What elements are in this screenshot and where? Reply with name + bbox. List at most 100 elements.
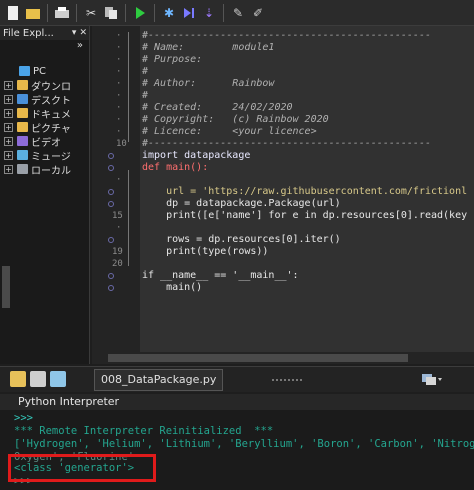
breakpoint-marker[interactable] — [108, 189, 114, 195]
cut-icon[interactable]: ✂ — [82, 4, 100, 22]
run-icon[interactable] — [131, 4, 149, 22]
tree-item-downloads[interactable]: + ダウンロ — [2, 78, 71, 93]
code-line: url = 'https://raw.githubusercontent.com… — [142, 186, 468, 197]
interpreter-line: >>> — [14, 412, 33, 424]
panel-controls: ▾ ✕ — [72, 28, 89, 38]
line-gutter: · · · · · · · · · 10 · 15 · 19 20 — [92, 26, 140, 364]
tree-item-music[interactable]: + ミュージ — [2, 148, 71, 163]
gutter-dot: · — [116, 43, 122, 53]
breakpoint-marker[interactable] — [108, 237, 114, 243]
code-line: import datapackage — [142, 150, 251, 161]
structure-icon[interactable] — [30, 371, 46, 387]
toolbar-separator — [125, 3, 126, 22]
code-line: # Copyright: (c) Rainbow 2020 — [142, 114, 329, 125]
folder-icon — [17, 94, 28, 104]
tree-item-label: ダウンロ — [31, 81, 71, 93]
debug-icon[interactable]: ✱ — [160, 4, 178, 22]
code-line: def main(): — [142, 162, 209, 173]
scrollbar-thumb[interactable] — [108, 354, 408, 362]
bottom-panel-icons — [10, 371, 66, 387]
comment-icon[interactable]: ✎ — [229, 4, 247, 22]
tree-item-label: ピクチャ — [31, 123, 71, 135]
code-line: # — [142, 66, 149, 77]
window-list-icon[interactable] — [420, 371, 444, 387]
drive-icon — [17, 164, 28, 174]
folder-icon — [17, 80, 28, 90]
code-line: # Author: Rainbow — [142, 78, 275, 89]
breakpoint-marker[interactable] — [108, 153, 114, 159]
gutter-dot: · — [116, 175, 122, 185]
tab-008-datapackage[interactable]: 008_DataPackage.py — [94, 369, 224, 391]
folder-icon — [17, 108, 28, 118]
explorer-options-row: » — [0, 40, 89, 54]
code-line: #---------------------------------------… — [142, 138, 431, 149]
tree-item-desktop[interactable]: + デスクト — [2, 92, 71, 107]
breakpoint-marker[interactable] — [108, 285, 114, 291]
tree-item-label: PC — [33, 65, 47, 77]
close-icon[interactable]: ✕ — [79, 28, 87, 38]
gutter-dot: · — [116, 31, 122, 41]
tree-item-documents[interactable]: + ドキュメ — [2, 106, 71, 121]
chevron-double-right-icon[interactable]: » — [77, 40, 83, 54]
step-over-icon[interactable]: ⇣ — [200, 4, 218, 22]
main-toolbar: ✂ ✱ ⇣ ✎ ✐ — [0, 0, 474, 26]
line-number-10: 10 — [116, 139, 127, 149]
folder-tree: PC + ダウンロ + デスクト + ドキュメ + ピクチャ + ビデオ + ミ… — [2, 64, 71, 177]
toolbar-separator — [76, 3, 77, 22]
interpreter-title: Python Interpreter — [0, 394, 474, 410]
tree-item-videos[interactable]: + ビデオ — [2, 134, 71, 149]
code-area[interactable]: #---------------------------------------… — [140, 26, 474, 364]
explorer-scrollbar[interactable] — [2, 266, 10, 308]
code-line: # — [142, 90, 149, 101]
interpreter-line: ['Hydrogen', 'Helium', 'Lithium', 'Beryl… — [14, 438, 474, 450]
file-explorer-panel: File Expl... ▾ ✕ » PC + ダウンロ + デスクト + ドキ… — [0, 26, 90, 364]
toolbar-separator — [154, 3, 155, 22]
step-into-icon[interactable] — [180, 4, 198, 22]
code-line: # Created: 24/02/2020 — [142, 102, 293, 113]
code-line: print(type(rows)) — [142, 246, 269, 257]
expand-plus-icon[interactable]: + — [4, 80, 13, 90]
folder-icon — [17, 136, 28, 146]
gutter-dot: · — [116, 79, 122, 89]
tree-item-label: ローカル — [31, 165, 71, 177]
expand-plus-icon[interactable]: + — [4, 122, 13, 132]
annotation-highlight-box — [8, 454, 156, 482]
tree-item-pictures[interactable]: + ピクチャ — [2, 120, 71, 135]
editor-horizontal-scrollbar[interactable] — [92, 352, 474, 364]
new-file-icon[interactable] — [4, 4, 22, 22]
splitter-handle[interactable] — [272, 379, 302, 381]
tree-item-local-disk[interactable]: + ローカル — [2, 162, 71, 177]
breakpoint-marker[interactable] — [108, 165, 114, 171]
toolbar-separator — [47, 3, 48, 22]
folder-icon — [17, 150, 28, 160]
expand-plus-icon[interactable]: + — [4, 164, 13, 174]
toolbar-separator — [223, 3, 224, 22]
copy-icon[interactable] — [102, 4, 120, 22]
project-icon[interactable] — [50, 371, 66, 387]
tree-item-pc[interactable]: PC — [2, 64, 71, 78]
breakpoint-marker[interactable] — [108, 201, 114, 207]
folder-icon[interactable] — [10, 371, 26, 387]
print-icon[interactable] — [53, 4, 71, 22]
expand-plus-icon[interactable]: + — [4, 94, 13, 104]
open-file-icon[interactable] — [24, 4, 42, 22]
expand-plus-icon[interactable]: + — [4, 136, 13, 146]
code-editor[interactable]: · · · · · · · · · 10 · 15 · 19 20 #-----… — [92, 26, 474, 364]
bottom-tab-bar: 008_DataPackage.py — [0, 366, 474, 392]
line-number-15: 15 — [112, 211, 123, 221]
pin-icon[interactable]: ▾ — [72, 28, 77, 38]
code-line: # Licence: <your licence> — [142, 126, 317, 137]
tree-item-label: ミュージ — [31, 151, 71, 163]
expand-plus-icon[interactable]: + — [4, 150, 13, 160]
tree-item-label: ドキュメ — [31, 109, 71, 121]
folder-icon — [17, 122, 28, 132]
fold-guide — [128, 32, 129, 142]
file-explorer-title: File Expl... — [3, 27, 54, 39]
pc-icon — [19, 66, 30, 76]
line-number-20: 20 — [112, 259, 123, 269]
uncomment-icon[interactable]: ✐ — [249, 4, 267, 22]
tree-item-label: ビデオ — [31, 137, 61, 149]
expand-plus-icon[interactable]: + — [4, 108, 13, 118]
file-explorer-header: File Expl... ▾ ✕ — [0, 26, 89, 40]
breakpoint-marker[interactable] — [108, 273, 114, 279]
